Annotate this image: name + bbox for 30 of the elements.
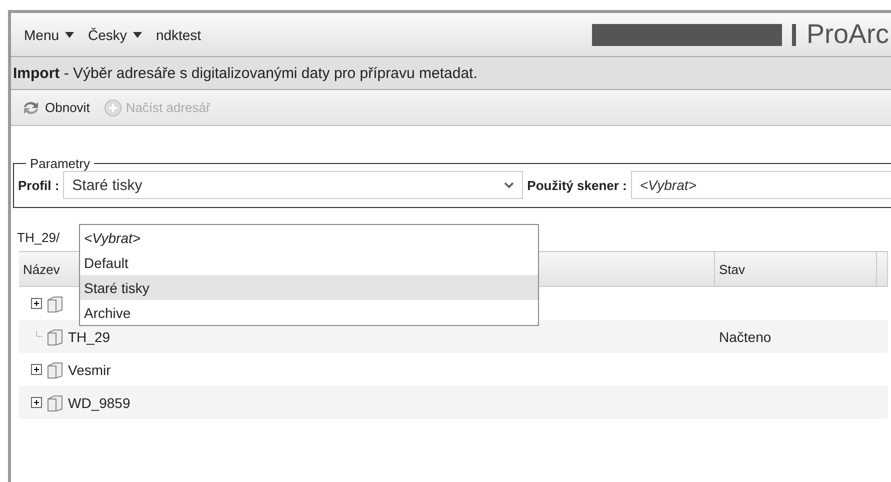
folder-name[interactable]: TH_29	[68, 328, 110, 344]
chevron-icon	[504, 182, 514, 188]
dropdown-option[interactable]: <Vybrat>	[80, 225, 538, 250]
column-header[interactable]: Stav	[715, 252, 877, 286]
folder-icon	[46, 394, 64, 412]
toolbar-button[interactable]: Obnovit	[17, 96, 94, 118]
dropdown-option[interactable]: Default	[80, 250, 538, 275]
group-legend: Parametry	[26, 156, 94, 171]
folder-icon	[46, 360, 64, 378]
dropdown-option[interactable]: Archive	[80, 300, 538, 325]
menu-item[interactable]: ndktest	[156, 26, 202, 42]
expand-icon[interactable]	[31, 397, 42, 408]
dropdown-option[interactable]: Staré tisky	[80, 275, 538, 300]
status-text: Načteno	[719, 328, 772, 344]
expand-icon[interactable]	[31, 298, 42, 309]
folder-name[interactable]: WD_9859	[68, 394, 130, 410]
add-icon	[104, 98, 122, 116]
folder-path: TH_29/	[17, 230, 60, 245]
profile-select[interactable]: Staré tisky	[63, 171, 524, 199]
folder-icon	[46, 328, 64, 346]
brand-name: ProArc	[806, 19, 889, 50]
folder-name[interactable]: Vesmir	[68, 362, 111, 378]
expand-icon[interactable]	[31, 364, 42, 375]
folder-icon	[46, 294, 64, 312]
field-label: Profil :	[18, 178, 60, 192]
page-title: Import - Výběr adresáře s digitalizovanými daty pro přípravu metadat.	[13, 64, 478, 82]
scanner-select[interactable]: <Vybrat>	[630, 171, 891, 199]
menu-item[interactable]: Menu	[24, 26, 74, 42]
field-label: Použitý skener :	[527, 178, 627, 192]
menu-item[interactable]: Česky	[88, 26, 142, 42]
